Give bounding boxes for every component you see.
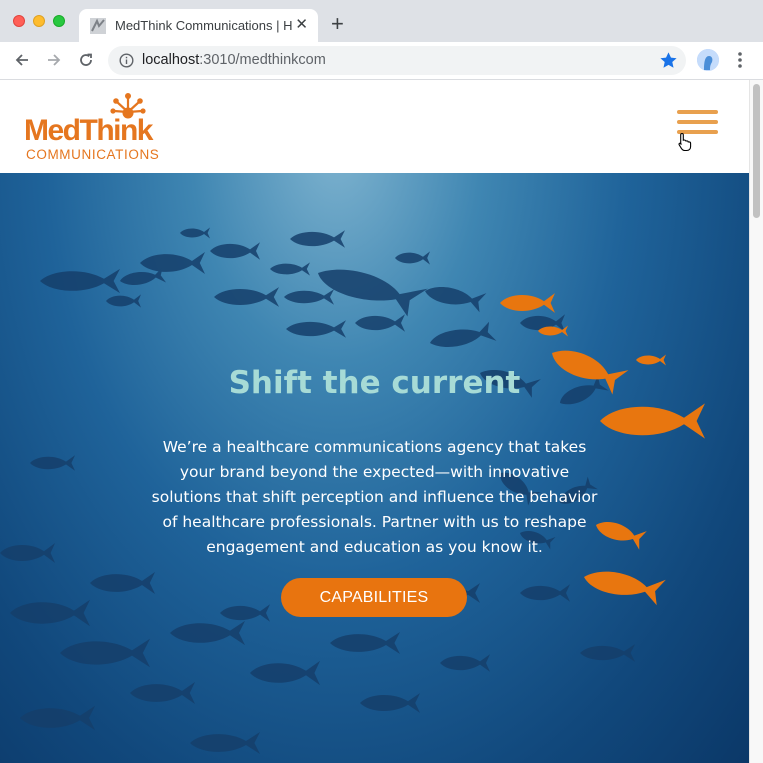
- menu-kebab-icon[interactable]: [733, 48, 747, 72]
- new-tab-button[interactable]: +: [331, 12, 344, 36]
- title-bar: MedThink Communications | H ✕ +: [0, 0, 763, 42]
- reload-icon: [80, 53, 92, 66]
- url-host: localhost: [142, 52, 200, 68]
- hero-section: Shift the current We’re a healthcare com…: [0, 173, 749, 763]
- browser-window: MedThink Communications | H ✕ + localhos…: [0, 0, 763, 763]
- address-bar[interactable]: localhost:3010/medthinkcom: [108, 46, 686, 75]
- browser-tab[interactable]: MedThink Communications | H ✕: [79, 9, 318, 42]
- hero-description: We’re a healthcare communications agency…: [151, 438, 598, 556]
- profile-avatar-icon[interactable]: [697, 49, 719, 71]
- bookmark-star-icon[interactable]: [659, 51, 678, 70]
- page-scrollbar[interactable]: [749, 80, 763, 763]
- page-viewport: MedThink COMMUNICATIONS Shift the curren…: [0, 80, 749, 763]
- back-button[interactable]: [10, 48, 34, 72]
- window-close-button[interactable]: [13, 15, 25, 27]
- forward-button[interactable]: [42, 48, 66, 72]
- window-maximize-button[interactable]: [53, 15, 65, 27]
- forward-arrow-icon: [48, 54, 61, 66]
- site-header: MedThink COMMUNICATIONS: [0, 80, 749, 173]
- browser-toolbar: localhost:3010/medthinkcom: [0, 42, 763, 80]
- tab-title: MedThink Communications | H: [115, 18, 293, 33]
- back-arrow-icon: [15, 54, 28, 66]
- tab-close-icon[interactable]: ✕: [295, 16, 308, 34]
- logo-subtitle: COMMUNICATIONS: [26, 147, 160, 162]
- capabilities-button[interactable]: CAPABILITIES: [281, 578, 467, 617]
- hero-title: Shift the current: [228, 365, 521, 401]
- reload-button[interactable]: [74, 48, 98, 72]
- url-text: localhost:3010/medthinkcom: [142, 52, 326, 68]
- info-icon[interactable]: [119, 53, 134, 68]
- hand-cursor-icon: [678, 132, 692, 152]
- site-logo[interactable]: MedThink COMMUNICATIONS: [24, 91, 174, 163]
- window-minimize-button[interactable]: [33, 15, 45, 27]
- url-path: :3010/medthinkcom: [199, 52, 326, 68]
- scrollbar-thumb[interactable]: [753, 84, 760, 218]
- site-favicon-icon: [90, 18, 106, 34]
- logo-name: MedThink: [24, 114, 154, 147]
